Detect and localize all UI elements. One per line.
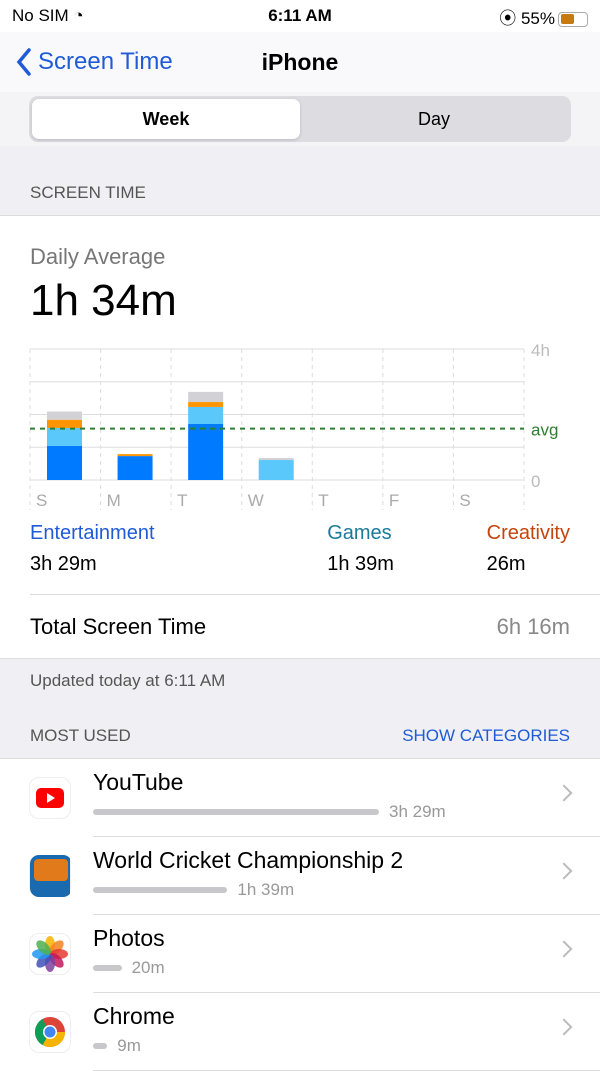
- app-time: 9m: [117, 1036, 141, 1055]
- app-row[interactable]: Chrome 9m: [0, 993, 600, 1071]
- app-time: 3h 29m: [389, 802, 446, 821]
- usage-bar: [93, 965, 122, 971]
- category-time: 1h 39m: [327, 553, 394, 575]
- back-button[interactable]: Screen Time: [16, 48, 173, 76]
- bar-segment: [188, 423, 224, 480]
- photos-icon: [29, 933, 71, 975]
- daily-average-label: Daily Average: [30, 244, 166, 269]
- app-row[interactable]: World Cricket Championship 2 1h 39m: [0, 837, 600, 915]
- category-name: Games: [327, 522, 392, 544]
- app-name: World Cricket Championship 2: [93, 847, 404, 873]
- battery-icon: [558, 11, 588, 27]
- category-entertainment[interactable]: Entertainment 3h 29m: [30, 522, 155, 576]
- day-label: S: [36, 491, 47, 510]
- bar-segment: [117, 454, 153, 457]
- youtube-icon: [29, 777, 71, 819]
- carrier: No SIM: [12, 6, 69, 25]
- y-tick-max: 4h: [531, 341, 550, 360]
- updated-text: Updated today at 6:11 AM: [0, 658, 600, 703]
- category-creativity[interactable]: Creativity 26m: [487, 522, 570, 576]
- app-name: YouTube: [93, 769, 184, 795]
- app-time: 1h 39m: [237, 880, 295, 899]
- status-bar: No SIM ◔ 6:11 AM ⦿ 55%: [0, 0, 600, 32]
- usage-bar: [93, 887, 228, 893]
- usage-chart: S M T W T F S 4h avg 0: [29, 341, 558, 510]
- bar-segment: [47, 445, 82, 480]
- category-time: 26m: [486, 553, 526, 575]
- chevron-left-icon: [16, 48, 31, 76]
- section-header: SCREEN TIME: [0, 146, 600, 216]
- bar-segment: [188, 391, 224, 403]
- day-label: F: [389, 491, 399, 510]
- app-name: Photos: [93, 925, 165, 951]
- usage-bar: [93, 1043, 108, 1049]
- daily-average-value: 1h 34m: [30, 276, 177, 325]
- bar-segment: [188, 402, 224, 407]
- category-name: Creativity: [486, 522, 570, 544]
- tab-week[interactable]: Week: [32, 99, 300, 139]
- usage-bar: [93, 809, 379, 815]
- total-value: 6h 16m: [496, 613, 570, 639]
- app-row[interactable]: Photos 20m: [0, 915, 600, 993]
- day-label: M: [107, 491, 121, 510]
- avg-label: avg: [531, 421, 558, 440]
- wifi-icon: ◔: [73, 6, 84, 25]
- app-time: 20m: [131, 958, 165, 977]
- day-label: T: [177, 491, 187, 510]
- total-screen-time: Total Screen Time 6h 16m: [30, 594, 600, 658]
- bar-segment: [117, 456, 153, 480]
- tab-day[interactable]: Day: [300, 99, 568, 139]
- day-label: S: [459, 491, 470, 510]
- bar-segment: [258, 460, 294, 480]
- wcc2-icon: [29, 855, 71, 897]
- battery-percent: 55%: [520, 8, 555, 28]
- bar-segment: [47, 427, 82, 446]
- app-row[interactable]: YouTube 3h 29m: [0, 759, 600, 837]
- bar-segment: [188, 406, 224, 424]
- nav-bar: Screen Time iPhone: [0, 32, 600, 92]
- chrome-icon: [29, 1011, 71, 1053]
- y-tick-zero: 0: [531, 472, 540, 491]
- period-segmented-control: Week Day: [29, 96, 571, 142]
- bar-segment: [47, 419, 82, 428]
- back-label: Screen Time: [38, 48, 173, 75]
- bar-segment: [47, 411, 82, 420]
- bar-segment: [258, 458, 294, 461]
- category-games[interactable]: Games 1h 39m: [327, 522, 394, 576]
- app-name: Chrome: [93, 1003, 175, 1029]
- show-categories-button[interactable]: SHOW CATEGORIES: [402, 726, 570, 746]
- category-name: Entertainment: [30, 522, 155, 544]
- day-label: W: [248, 491, 264, 510]
- category-time: 3h 29m: [30, 553, 97, 575]
- day-label: T: [318, 491, 328, 510]
- rotation-lock-icon: ⦿: [499, 8, 517, 28]
- total-label: Total Screen Time: [30, 613, 207, 639]
- most-used-header: MOST USED: [30, 726, 131, 745]
